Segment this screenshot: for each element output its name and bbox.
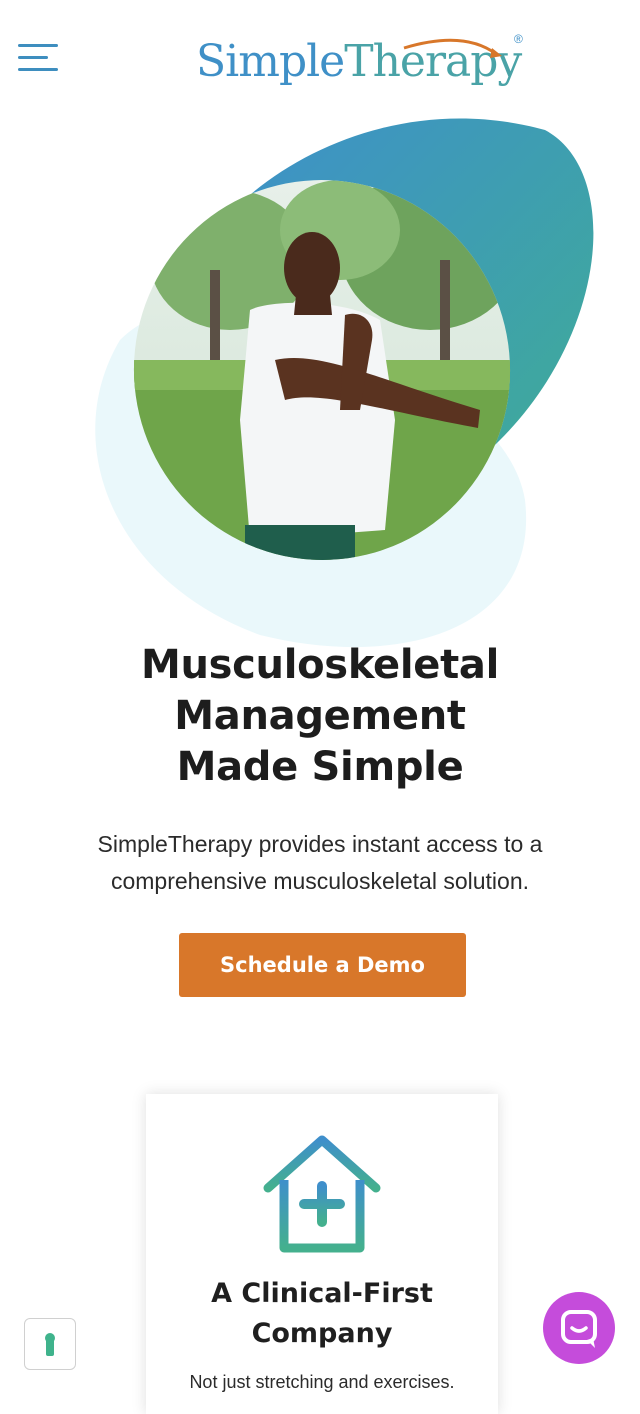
feature-card-description: Not just stretching and exercises. (189, 1372, 455, 1392)
feature-card: A Clinical-First Company Not just stretc… (146, 1094, 498, 1414)
headline-line: Made Simple (176, 744, 464, 790)
brand-logo[interactable]: SimpleTherapy ® (196, 28, 536, 98)
feature-card-title: A Clinical-First Company (211, 1278, 433, 1349)
hero-subtitle: SimpleTherapy provides instant access to… (97, 831, 543, 894)
hero-headline: Musculoskeletal Management Made Simple (0, 640, 640, 793)
chat-button[interactable] (543, 1292, 615, 1364)
schedule-demo-button[interactable]: Schedule a Demo (179, 933, 466, 997)
headline-line: Management (174, 693, 466, 739)
menu-button[interactable] (16, 40, 60, 76)
hamburger-menu-icon (18, 44, 58, 47)
hero-image (0, 110, 640, 650)
house-plus-icon (263, 1135, 381, 1253)
keyhole-icon (45, 1333, 55, 1356)
registered-mark: ® (514, 32, 523, 46)
logo-swoosh-icon (403, 38, 502, 58)
headline-line: Musculoskeletal (140, 642, 500, 688)
accessibility-button[interactable] (24, 1318, 76, 1370)
chat-icon (561, 1310, 597, 1348)
